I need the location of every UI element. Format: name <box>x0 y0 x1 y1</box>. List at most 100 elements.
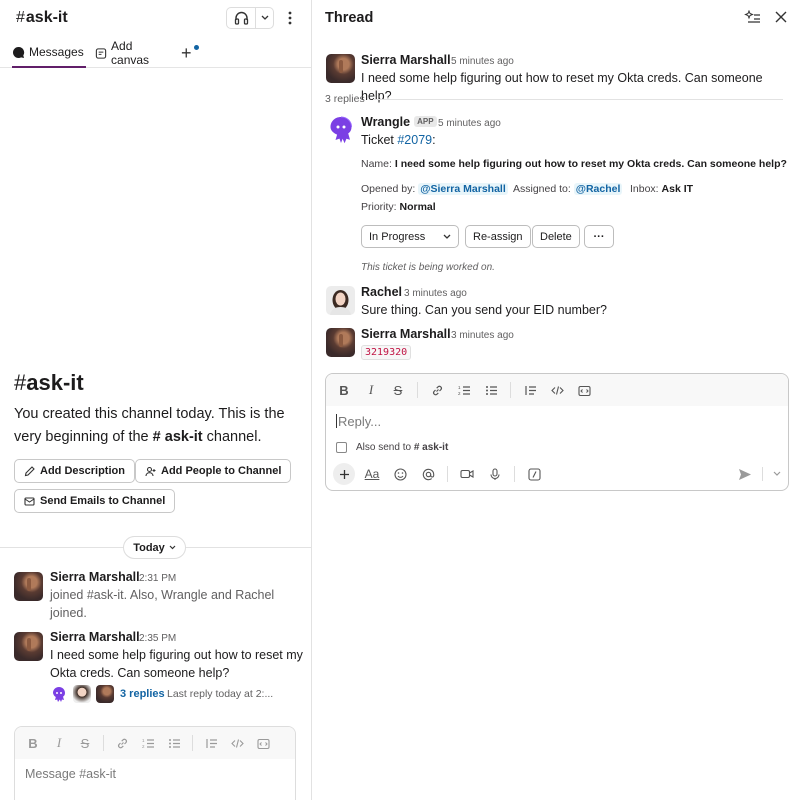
replies-link[interactable]: 3 replies <box>120 688 165 700</box>
add-tab-button[interactable]: + <box>181 38 199 68</box>
mention-button[interactable] <box>417 463 439 485</box>
bold-icon[interactable]: B <box>334 380 354 400</box>
channel-intro-title: #ask-it <box>14 370 84 396</box>
message-author[interactable]: Rachel <box>361 285 402 299</box>
message-author[interactable]: Sierra Marshall <box>50 630 140 644</box>
italic-icon[interactable]: I <box>361 380 381 400</box>
also-send-checkbox[interactable] <box>336 442 347 453</box>
avatar[interactable] <box>14 572 43 601</box>
status-select[interactable]: In Progress <box>361 225 459 248</box>
microphone-icon <box>490 467 500 480</box>
ticket-heading: Ticket #2079: <box>361 131 436 149</box>
day-divider-button[interactable]: Today <box>123 536 186 559</box>
emoji-button[interactable] <box>389 463 411 485</box>
code-block-icon[interactable] <box>253 733 273 753</box>
ticket-link[interactable]: #2079 <box>397 133 432 147</box>
headphones-icon <box>234 11 248 25</box>
bullet-list-icon[interactable] <box>481 380 501 400</box>
add-description-button[interactable]: Add Description <box>14 459 135 483</box>
blockquote-icon[interactable] <box>520 380 540 400</box>
bot-author-line[interactable]: Wrangle APP <box>361 115 437 129</box>
ticket-suffix: : <box>432 133 436 147</box>
message-text: Sure thing. Can you send your EID number… <box>361 303 607 317</box>
app-badge: APP <box>414 116 437 127</box>
shortcuts-button[interactable] <box>523 463 545 485</box>
svg-text:1: 1 <box>458 385 461 390</box>
huddle-options-button[interactable] <box>256 8 273 28</box>
avatar[interactable] <box>326 286 355 315</box>
ticket-priority-field: Priority: Normal <box>361 201 436 213</box>
ordered-list-icon[interactable]: 12 <box>138 733 158 753</box>
avatar[interactable] <box>326 54 355 83</box>
wrangle-avatar-icon[interactable] <box>327 115 355 145</box>
tab-messages[interactable]: Messages <box>12 38 86 68</box>
formatting-toolbar: B I S 12 <box>326 374 788 406</box>
replies-divider-line <box>372 98 783 100</box>
headphones-button[interactable] <box>227 8 257 28</box>
reassign-button[interactable]: Re-assign <box>465 225 531 248</box>
add-people-button[interactable]: Add People to Channel <box>135 459 292 483</box>
pencil-icon <box>24 465 35 476</box>
link-icon[interactable] <box>427 380 447 400</box>
message-author[interactable]: Sierra Marshall <box>361 53 451 67</box>
composer-actions: Aa <box>333 462 785 486</box>
message-author[interactable]: Sierra Marshall <box>361 327 451 341</box>
ordered-list-icon[interactable]: 12 <box>454 380 474 400</box>
message-time[interactable]: 3 minutes ago <box>451 330 514 341</box>
strikethrough-icon[interactable]: S <box>388 380 408 400</box>
formatting-toggle-button[interactable]: Aa <box>361 463 383 485</box>
add-person-icon <box>145 466 156 476</box>
reply-composer: B I S 12 Reply... Also send to # ask-it … <box>325 373 789 491</box>
audio-clip-button[interactable] <box>484 463 506 485</box>
channel-intro-text: You created this channel today. This is … <box>14 403 299 449</box>
code-icon[interactable] <box>547 380 567 400</box>
user-mention[interactable]: @Rachel <box>573 183 623 195</box>
tab-add-canvas[interactable]: Add canvas <box>95 38 169 68</box>
message-time[interactable]: 3 minutes ago <box>404 288 467 299</box>
bullet-list-icon[interactable] <box>164 733 184 753</box>
reply-placeholder: Reply... <box>338 414 382 429</box>
message-author[interactable]: Sierra Marshall <box>50 570 140 584</box>
thread-replies-bar[interactable]: 3 replies Last reply today at 2:... <box>50 685 310 705</box>
channel-tabs: Messages Add canvas + <box>0 38 311 68</box>
video-clip-button[interactable] <box>456 463 478 485</box>
close-thread-button[interactable] <box>772 8 790 26</box>
also-send-option[interactable]: Also send to # ask-it <box>336 442 448 453</box>
reply-input[interactable]: Reply... <box>336 414 381 429</box>
strikethrough-icon[interactable]: S <box>75 733 95 753</box>
blockquote-icon[interactable] <box>201 733 221 753</box>
code-block-icon[interactable] <box>574 380 594 400</box>
channel-title[interactable]: #ask-it <box>16 9 68 27</box>
avatar[interactable] <box>14 632 43 661</box>
avatar[interactable] <box>326 328 355 357</box>
bot-name[interactable]: Wrangle <box>361 115 410 129</box>
send-emails-button[interactable]: Send Emails to Channel <box>14 489 176 513</box>
also-send-label: Also send to <box>356 442 412 453</box>
message-time[interactable]: 5 minutes ago <box>438 118 501 129</box>
send-options-button[interactable] <box>769 463 785 485</box>
bold-icon[interactable]: B <box>23 733 43 753</box>
intro-channel-ref: # ask-it <box>152 429 203 445</box>
delete-button[interactable]: Delete <box>532 225 580 248</box>
message-time[interactable]: 2:31 PM <box>139 573 176 584</box>
user-mention[interactable]: @Sierra Marshall <box>418 183 508 195</box>
slash-command-icon <box>527 467 541 481</box>
svg-text:1: 1 <box>142 738 145 743</box>
message-time[interactable]: 5 minutes ago <box>451 56 514 67</box>
add-attachment-button[interactable] <box>333 463 355 485</box>
field-value: Normal <box>399 201 436 213</box>
replies-count: 3 replies <box>325 93 365 105</box>
channel-more-button[interactable] <box>282 8 298 28</box>
link-icon[interactable] <box>112 733 132 753</box>
tab-messages-label: Messages <box>29 45 84 59</box>
also-send-channel: # ask-it <box>413 442 449 453</box>
italic-icon[interactable]: I <box>49 733 69 753</box>
replies-divider: 3 replies <box>325 93 783 105</box>
message-input[interactable]: Message #ask-it <box>25 767 116 781</box>
send-button[interactable] <box>734 463 756 485</box>
message-time[interactable]: 2:35 PM <box>139 633 176 644</box>
code-icon[interactable] <box>227 733 247 753</box>
send-separator <box>762 467 763 481</box>
ai-sparkle-button[interactable] <box>743 8 761 26</box>
more-actions-button[interactable]: ··· <box>584 225 614 248</box>
